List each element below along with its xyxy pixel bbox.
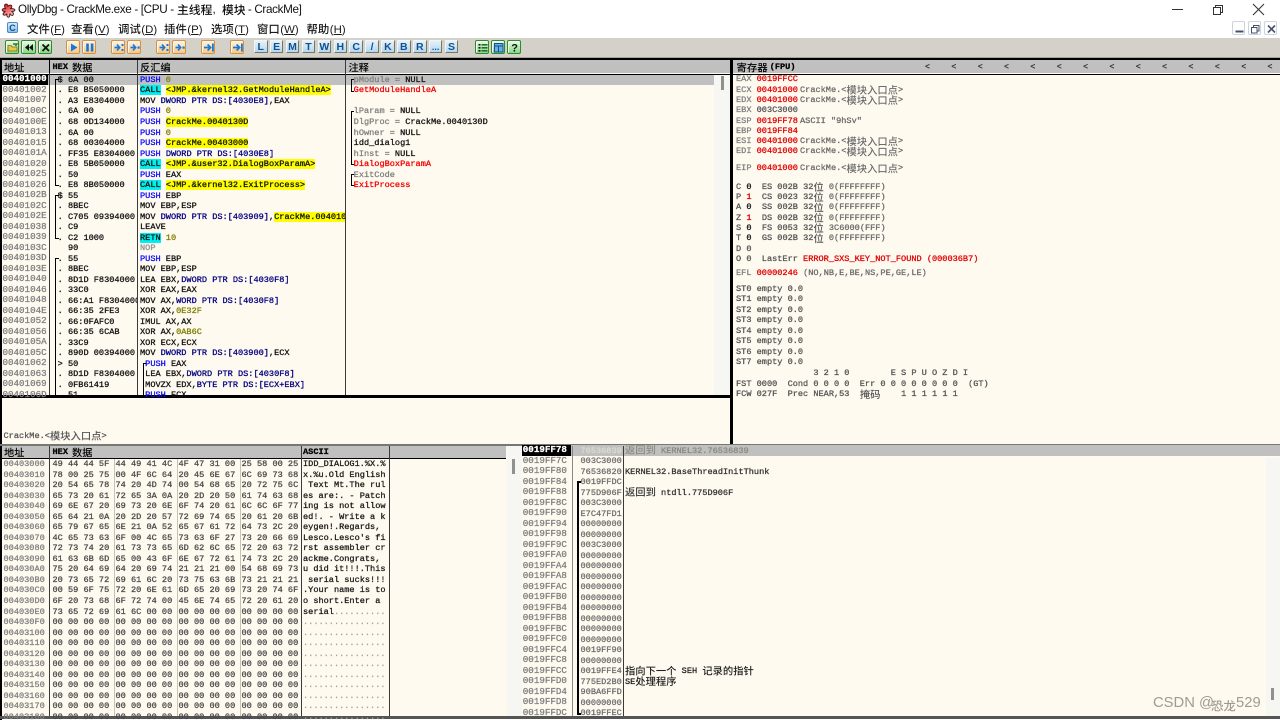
svg-text:?: ?: [511, 43, 518, 55]
